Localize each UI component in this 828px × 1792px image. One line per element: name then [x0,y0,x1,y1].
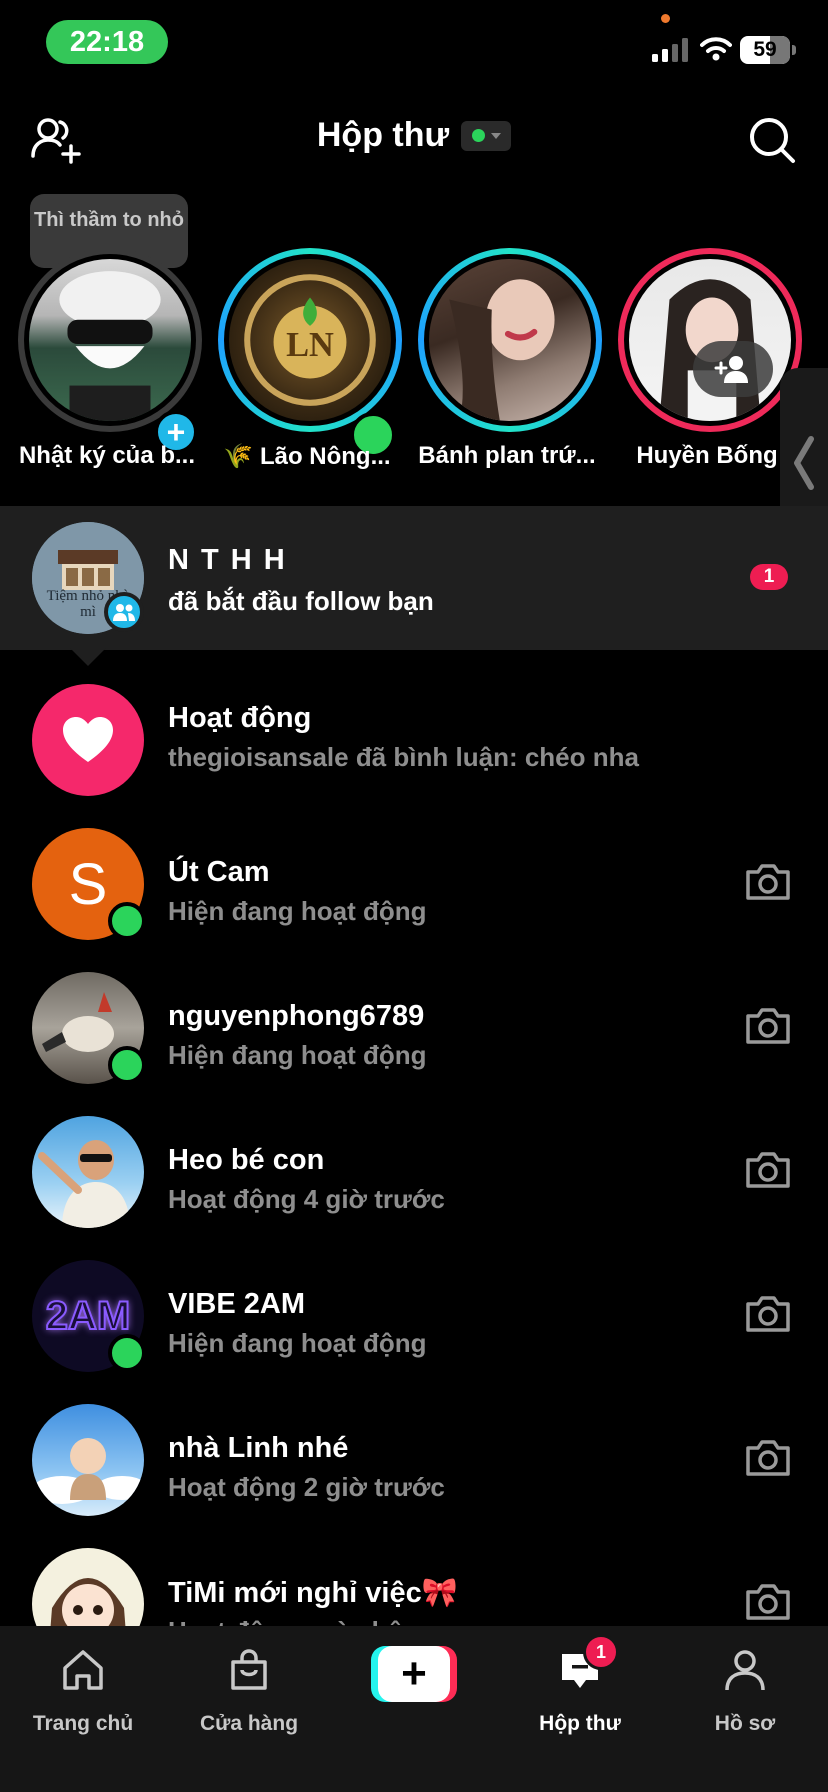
contact-name: Heo bé con [168,1144,325,1176]
caret-pointer [70,648,106,666]
story-name: 🌾 Lão Nông... [223,443,391,470]
avatar [32,1548,144,1626]
contact-name: nguyenphong6789 [168,1000,425,1032]
nav-home[interactable]: Trang chủ [0,1640,166,1740]
avatar-text: 2AM [45,1293,131,1339]
unread-count-badge: 1 [750,564,788,590]
avatar [29,259,191,421]
chevron-left-icon [794,436,814,490]
people-icon [113,604,135,621]
bottom-navigation: Trang chủ Cửa hàng + 1 Hộp thư Hồ sơ [0,1626,828,1792]
inbox-header: Hộp thư [0,100,828,180]
contact-name: Út Cam [168,856,270,888]
avatar [629,259,791,421]
wifi-icon [700,37,732,61]
online-status-dot [471,129,485,142]
profile-icon [725,1650,765,1691]
online-indicator [108,1334,146,1372]
svg-text:LN: LN [286,326,334,364]
conversation-row[interactable]: 2AM VIBE 2AM Hiện đang hoạt động [0,1246,828,1372]
contact-name: VIBE 2AM [168,1288,305,1320]
avatar [32,1404,144,1516]
create-button[interactable]: + [371,1646,457,1702]
status-time: 22:18 [46,20,168,64]
camera-icon[interactable] [744,1150,792,1190]
home-icon [63,1650,103,1690]
inbox-badge: 1 [583,1634,619,1670]
follow-notification-row[interactable]: Tiệm nhỏ nhà mì N T H H đã bắt đầu follo… [0,506,828,650]
activity-title: Hoạt động [168,702,312,734]
nav-home-label: Trang chủ [32,1712,134,1735]
follower-name: N T H H [168,544,287,576]
chevron-down-icon [490,132,501,139]
search-icon[interactable] [748,116,796,164]
status-bar: 22:18 59 [0,0,828,90]
conversation-row[interactable]: nguyenphong6789 Hiện đang hoạt động [0,958,828,1084]
camera-icon[interactable] [744,1582,792,1622]
story-item-lao-nong[interactable]: LN 🌾 Lão Nông... [212,248,402,478]
story-item-my-diary[interactable]: + Nhật ký của b... [12,248,202,478]
contact-name: TiMi mới nghỉ việc🎀 [168,1577,458,1609]
nav-profile[interactable]: Hồ sơ [662,1640,828,1740]
camera-icon[interactable] [744,1294,792,1334]
battery-icon: 59 [740,36,796,64]
conversation-row[interactable]: Heo bé con Hoạt động 4 giờ trước [0,1102,828,1228]
nav-shop[interactable]: Cửa hàng [166,1640,332,1740]
story-name: Nhật ký của b... [18,442,196,469]
privacy-indicator-dot [661,14,670,23]
shopping-bag-icon [231,1649,267,1690]
contact-name: nhà Linh nhé [168,1432,349,1464]
nav-inbox[interactable]: 1 Hộp thư [497,1634,663,1740]
camera-icon[interactable] [744,1438,792,1478]
nav-shop-label: Cửa hàng [199,1712,299,1735]
follow-message: đã bắt đầu follow bạn [168,586,434,616]
add-person-icon [714,356,748,383]
contact-status: Hoạt động 4 giờ trước [168,1184,445,1214]
contact-status: Hiện đang hoạt động [168,896,427,926]
add-friend-chip[interactable] [693,341,773,397]
heart-icon [63,717,113,762]
online-indicator [108,902,146,940]
page-title: Hộp thư [316,116,450,154]
battery-level: 59 [753,38,777,61]
activity-avatar [32,684,144,796]
activity-subtitle: thegioisansale đã bình luận: chéo nha [168,742,639,772]
nav-profile-label: Hồ sơ [714,1712,776,1735]
avatar: LN [229,259,391,421]
contact-status: Hiện đang hoạt động [168,1328,427,1358]
story-item-huyen-bong[interactable]: Huyền Bống [612,248,802,478]
avatar [429,259,591,421]
plus-icon: + [378,1646,450,1702]
nav-inbox-label: Hộp thư [539,1712,621,1735]
camera-icon[interactable] [744,1006,792,1046]
story-name: Bánh plan trứ... [418,442,596,469]
stories-row: Thì thầm to nhỏ + Nhật ký của b... LN 🌾 … [0,192,828,482]
camera-icon[interactable] [744,862,792,902]
conversation-row[interactable]: TiMi mới nghỉ việc🎀 Hoạt động ngày hôm n… [0,1534,828,1626]
cellular-signal-icon [652,38,688,62]
online-indicator [108,1046,146,1084]
conversation-row[interactable]: nhà Linh nhé Hoạt động 2 giờ trước [0,1390,828,1516]
contact-status: Hoạt động ngày hôm nay [168,1616,479,1626]
story-item-banh-plan[interactable]: Bánh plan trứ... [412,248,602,478]
online-status-dropdown[interactable] [461,120,512,151]
contact-status: Hiện đang hoạt động [168,1040,427,1070]
activity-row[interactable]: Hoạt động thegioisansale đã bình luận: c… [0,670,828,796]
conversation-row[interactable]: S Út Cam Hiện đang hoạt động [0,814,828,940]
follow-badge [104,592,144,632]
avatar [32,1116,144,1228]
contact-status: Hoạt động 2 giờ trước [168,1472,445,1502]
